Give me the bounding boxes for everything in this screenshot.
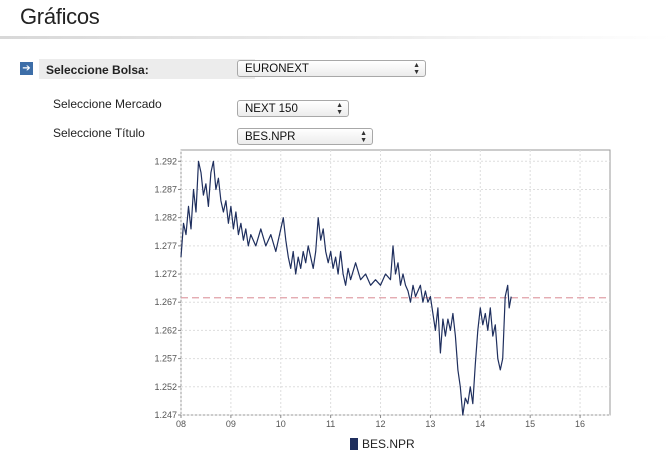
title-divider — [0, 36, 672, 39]
y-tick-label: 1.282 — [154, 213, 177, 223]
x-tick-label: 14 — [475, 419, 485, 429]
mercado-select-value: NEXT 150 — [245, 103, 298, 115]
titulo-label: Seleccione Título — [53, 126, 145, 140]
select-arrows-icon: ▲ ▼ — [336, 101, 343, 116]
y-tick-label: 1.252 — [154, 382, 177, 392]
y-tick-label: 1.272 — [154, 269, 177, 279]
x-tick-label: 12 — [376, 419, 386, 429]
y-tick-label: 1.277 — [154, 241, 177, 251]
arrow-right-icon: ➔ — [20, 62, 33, 75]
select-arrows-icon: ▲ ▼ — [413, 61, 420, 76]
y-tick-label: 1.292 — [154, 156, 177, 166]
titulo-select-value: BES.NPR — [245, 131, 296, 143]
y-tick-label: 1.267 — [154, 297, 177, 307]
y-tick-label: 1.257 — [154, 354, 177, 364]
legend-label: BES.NPR — [362, 437, 415, 451]
select-arrows-icon: ▲ ▼ — [360, 129, 367, 144]
titulo-select[interactable]: BES.NPR ▲ ▼ — [237, 128, 373, 145]
y-tick-label: 1.247 — [154, 410, 177, 420]
mercado-select[interactable]: NEXT 150 ▲ ▼ — [237, 100, 349, 117]
x-tick-label: 13 — [425, 419, 435, 429]
bolsa-select-value: EURONEXT — [245, 63, 309, 75]
y-tick-label: 1.262 — [154, 325, 177, 335]
bolsa-label: Seleccione Bolsa: — [46, 63, 149, 77]
price-chart-svg: 1.247 1.252 1.257 1.262 1.267 1.272 1.277 1.282… — [154, 149, 611, 429]
x-tick-label: 11 — [326, 419, 335, 429]
x-tick-label: 15 — [525, 419, 535, 429]
x-tick-label: 09 — [226, 419, 236, 429]
chart-legend: BES.NPR — [350, 437, 415, 451]
bolsa-select[interactable]: EURONEXT ▲ ▼ — [237, 60, 426, 77]
x-tick-label: 08 — [176, 419, 186, 429]
page-title: Gráficos — [20, 4, 100, 29]
price-chart: 1.247 1.252 1.257 1.262 1.267 1.272 1.277 1.282… — [140, 148, 615, 438]
y-tick-label: 1.287 — [154, 184, 177, 194]
x-tick-label: 10 — [276, 419, 286, 429]
mercado-label: Seleccione Mercado — [53, 97, 162, 111]
x-tick-label: 16 — [575, 419, 585, 429]
legend-swatch — [350, 438, 358, 450]
